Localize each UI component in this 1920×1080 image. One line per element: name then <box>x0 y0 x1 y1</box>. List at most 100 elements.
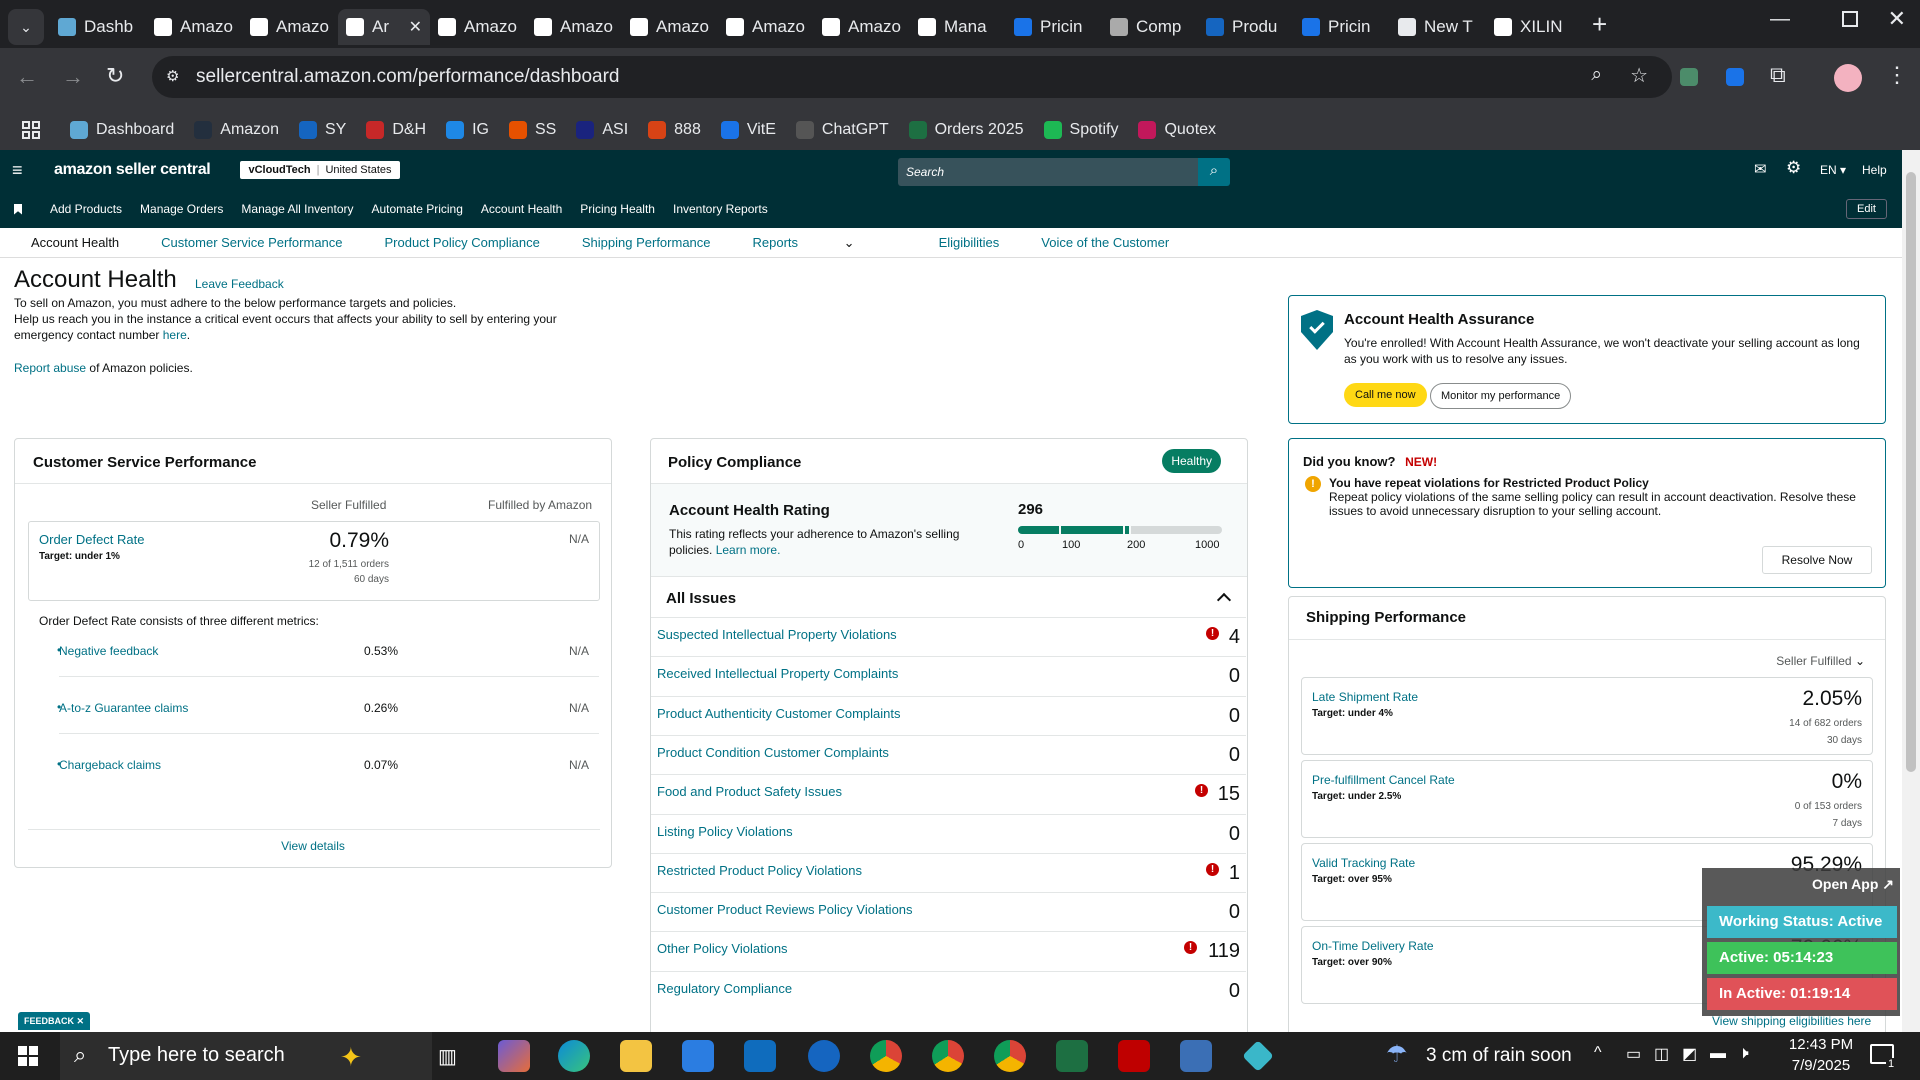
meet-icon[interactable]: ◫ <box>1654 1044 1669 1064</box>
metric-label[interactable]: Negative feedback <box>59 644 158 658</box>
learn-more-link[interactable]: Learn more. <box>716 543 781 557</box>
filezilla-icon[interactable] <box>1118 1040 1150 1072</box>
odr-label[interactable]: Order Defect Rate <box>39 532 145 547</box>
page-scrollbar[interactable] <box>1902 150 1920 1032</box>
issue-label[interactable]: Received Intellectual Property Complaint… <box>657 666 898 681</box>
close-window-button[interactable]: ✕ <box>1888 6 1906 32</box>
open-app-button[interactable]: Open App ↗ <box>1812 876 1894 893</box>
nav-item[interactable]: Manage All Inventory <box>241 202 353 216</box>
close-tab-icon[interactable]: ✕ <box>409 17 422 37</box>
nav-item[interactable]: Automate Pricing <box>372 202 463 216</box>
browser-tab[interactable]: Pricin <box>1006 9 1102 45</box>
browser-tab[interactable]: Amazo <box>146 9 242 45</box>
calculator-icon[interactable] <box>1180 1040 1212 1072</box>
battery-icon[interactable]: ▬ <box>1710 1045 1726 1063</box>
issue-label[interactable]: Suspected Intellectual Property Violatio… <box>657 627 897 642</box>
extension-pen-icon[interactable] <box>1680 68 1698 86</box>
leave-feedback-link[interactable]: Leave Feedback <box>195 277 284 291</box>
issue-label[interactable]: Regulatory Compliance <box>657 981 792 996</box>
site-info-icon[interactable]: ⚙ <box>166 67 179 85</box>
issue-label[interactable]: Food and Product Safety Issues <box>657 784 842 799</box>
subnav-tab[interactable]: Voice of the Customer <box>1041 235 1169 251</box>
minimize-button[interactable]: — <box>1770 8 1790 31</box>
app-diamond-icon[interactable] <box>1242 1040 1274 1072</box>
issue-label[interactable]: Restricted Product Policy Violations <box>657 863 862 878</box>
bookmark-item[interactable]: Dashboard <box>70 121 174 139</box>
shipping-filter-dropdown[interactable]: Seller Fulfilled ⌄ <box>1776 654 1865 668</box>
bookmark-star-icon[interactable]: ☆ <box>1630 63 1648 88</box>
outlook-icon[interactable] <box>744 1040 776 1072</box>
issue-label[interactable]: Product Authenticity Customer Complaints <box>657 706 901 721</box>
resolve-now-button[interactable]: Resolve Now <box>1762 546 1872 574</box>
profile-avatar[interactable] <box>1834 64 1862 92</box>
subnav-tab[interactable]: Product Policy Compliance <box>385 235 540 251</box>
shipping-metric-box[interactable]: Pre-fulfillment Cancel Rate Target: under… <box>1301 760 1873 838</box>
apps-grid-icon[interactable] <box>22 121 40 139</box>
shipping-metric-label[interactable]: Late Shipment Rate <box>1312 690 1418 704</box>
weather-text[interactable]: 3 cm of rain soon <box>1426 1045 1572 1067</box>
scrollbar-thumb[interactable] <box>1906 172 1916 772</box>
volume-muted-icon[interactable]: 🕨 <box>1738 1043 1749 1063</box>
extension-blue-icon[interactable] <box>1726 68 1744 86</box>
header-search-input[interactable]: Search <box>898 158 1198 186</box>
browser-tab[interactable]: Amazo <box>242 9 338 45</box>
help-link[interactable]: Help <box>1862 163 1887 177</box>
bookmark-flag-icon[interactable] <box>14 203 22 215</box>
network-icon[interactable]: ▭ <box>1626 1044 1641 1064</box>
bookmark-item[interactable]: SY <box>298 121 346 139</box>
nav-item[interactable]: Add Products <box>50 202 122 216</box>
tray-chevron-icon[interactable]: ^ <box>1594 1044 1602 1062</box>
browser-tab[interactable]: XILIN <box>1486 9 1582 45</box>
store-icon[interactable] <box>682 1040 714 1072</box>
browser-tab[interactable]: Ar ✕ <box>338 9 430 45</box>
clock-time[interactable]: 12:43 PM <box>1776 1036 1866 1053</box>
bookmark-item[interactable]: IG <box>446 121 489 139</box>
back-icon[interactable]: ← <box>16 64 38 90</box>
issue-label[interactable]: Other Policy Violations <box>657 941 788 956</box>
emergency-contact-link[interactable]: here <box>163 328 187 342</box>
chrome-icon[interactable] <box>870 1040 902 1072</box>
odr-box[interactable]: Order Defect Rate Target: under 1% 0.79%… <box>28 521 600 601</box>
chrome-profile-icon[interactable] <box>932 1040 964 1072</box>
shipping-metric-box[interactable]: Late Shipment Rate Target: under 4% 2.05% 1… <box>1301 677 1873 755</box>
hamburger-menu-icon[interactable]: ≡ <box>12 160 32 181</box>
subnav-tab[interactable]: Account Health <box>31 235 119 251</box>
subnav-tab[interactable]: Eligibilities <box>939 235 1000 251</box>
copilot-app-icon[interactable] <box>498 1040 530 1072</box>
csp-view-details-link[interactable]: View details <box>15 839 611 853</box>
issue-label[interactable]: Product Condition Customer Complaints <box>657 745 889 760</box>
nav-item[interactable]: Inventory Reports <box>673 202 768 216</box>
browser-tab[interactable]: Amazo <box>718 9 814 45</box>
shipping-metric-label[interactable]: Pre-fulfillment Cancel Rate <box>1312 773 1455 787</box>
camera-icon[interactable]: ◩ <box>1682 1044 1697 1064</box>
edit-nav-button[interactable]: Edit <box>1846 199 1887 219</box>
browser-tab[interactable]: Amazo <box>814 9 910 45</box>
store-selector[interactable]: vCloudTech | United States <box>240 161 400 179</box>
chrome-second-profile-icon[interactable] <box>994 1040 1026 1072</box>
bookmark-item[interactable]: Orders 2025 <box>908 121 1024 139</box>
restore-button[interactable] <box>1842 11 1858 27</box>
call-me-now-button[interactable]: Call me now <box>1344 383 1427 407</box>
collapse-chevron-icon[interactable] <box>1216 592 1232 608</box>
subnav-tab[interactable]: Shipping Performance <box>582 235 711 251</box>
subnav-tab[interactable]: Customer Service Performance <box>161 235 342 251</box>
bookmark-item[interactable]: ASI <box>576 121 628 139</box>
bookmark-item[interactable]: SS <box>509 121 556 139</box>
report-abuse-link[interactable]: Report abuse <box>14 361 86 375</box>
bookmark-item[interactable]: Spotify <box>1043 121 1118 139</box>
file-explorer-icon[interactable] <box>620 1040 652 1072</box>
subnav-tab-reports[interactable]: Reports ⌄ <box>753 235 897 251</box>
forward-icon[interactable]: → <box>62 64 84 90</box>
search-button[interactable]: ⌕ <box>1198 158 1230 186</box>
task-view-icon[interactable]: ▥ <box>438 1044 457 1069</box>
seller-central-logo[interactable]: amazon seller central <box>54 161 211 179</box>
issue-label[interactable]: Customer Product Reviews Policy Violatio… <box>657 902 913 917</box>
browser-tab[interactable]: Amazo <box>430 9 526 45</box>
browser-tab[interactable]: Dashb <box>50 9 146 45</box>
browser-menu-icon[interactable]: ⋮ <box>1886 62 1908 88</box>
edge-icon[interactable] <box>558 1040 590 1072</box>
monitor-performance-button[interactable]: Monitor my performance <box>1430 383 1572 409</box>
mail-icon[interactable]: ✉ <box>1754 160 1767 178</box>
metric-label[interactable]: A-to-z Guarantee claims <box>59 701 188 715</box>
zoom-icon[interactable]: ⌕ <box>1591 64 1602 86</box>
